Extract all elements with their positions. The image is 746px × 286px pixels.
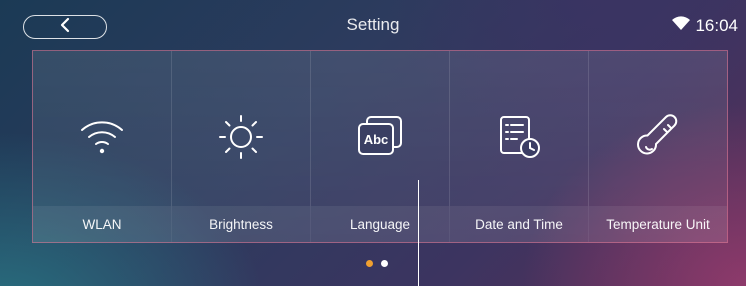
page-dot-active[interactable] [366,260,373,267]
tile-language[interactable]: Abc Language [311,51,450,242]
page-dot-inactive[interactable] [381,260,388,267]
page-title: Setting [346,15,400,34]
calendar-clock-icon [491,109,547,165]
page-indicator [366,260,388,267]
tile-date-and-time[interactable]: Date and Time [450,51,589,242]
tile-wlan[interactable]: WLAN [33,51,172,242]
tile-temperature-unit[interactable]: Temperature Unit [589,51,727,242]
language-abc-icon: Abc [352,109,408,165]
wifi-icon [74,109,130,165]
pointer-line [418,180,419,286]
tile-label: WLAN [33,206,171,242]
status-area: 16:04 [671,15,738,36]
tile-label: Date and Time [450,206,588,242]
tile-label: Language [311,206,449,242]
thermometer-icon [630,109,686,165]
tile-label: Brightness [172,206,310,242]
tile-brightness[interactable]: Brightness [172,51,311,242]
top-bar: Setting 16:04 [0,0,746,52]
svg-text:Abc: Abc [364,132,389,147]
sun-icon [213,109,269,165]
tile-label: Temperature Unit [589,206,727,242]
settings-panel: WLAN Brightness Abc Language Date and Ti… [32,50,728,243]
clock-time: 16:04 [695,15,738,35]
wifi-icon [671,15,691,36]
